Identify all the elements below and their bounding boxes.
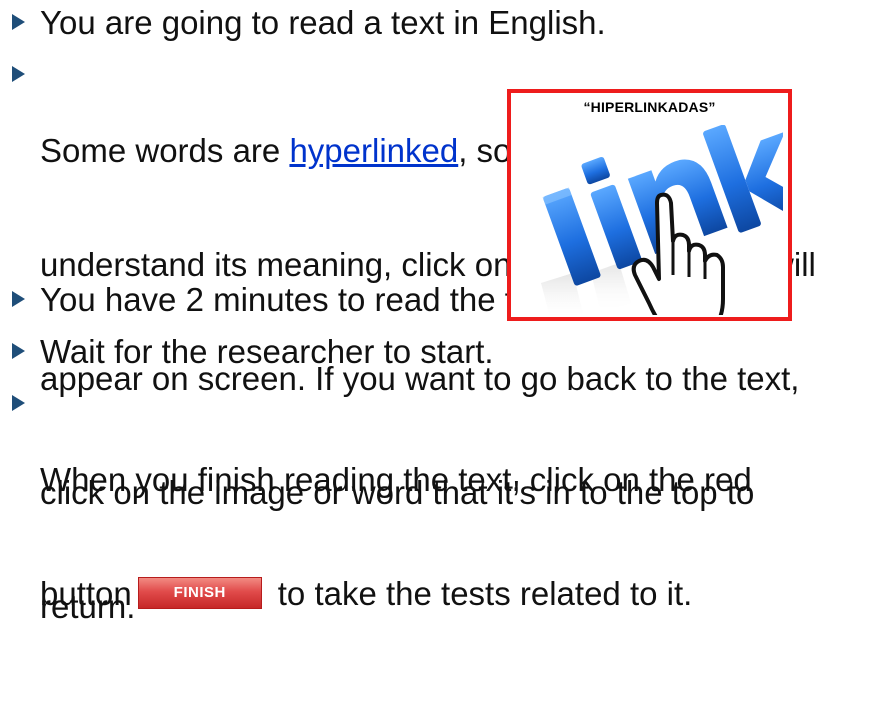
bullet-arrow-icon bbox=[12, 14, 25, 30]
hyperlink-word[interactable]: hyperlinked bbox=[289, 132, 458, 169]
bullet-arrow-icon bbox=[12, 343, 25, 359]
glossary-popup[interactable]: “HIPERLINKADAS” bbox=[507, 89, 792, 321]
popup-title: “HIPERLINKADAS” bbox=[583, 99, 716, 115]
finish-button[interactable]: FINISH bbox=[137, 577, 262, 610]
bullet-line: When you finish reading the text, click … bbox=[40, 461, 752, 498]
text-segment: to take the tests related to it. bbox=[277, 575, 693, 612]
bullet-text: You have 2 minutes to read the text. bbox=[40, 281, 568, 318]
list-item: Wait for the researcher to start. bbox=[12, 333, 882, 371]
text-segment: Some words are bbox=[40, 132, 290, 169]
bullet-arrow-icon bbox=[12, 66, 25, 82]
slide: You are going to read a text in English.… bbox=[0, 0, 889, 625]
bullet-arrow-icon bbox=[12, 291, 25, 307]
bullet-arrow-icon bbox=[12, 395, 25, 411]
bullet-text: When you finish reading the text, click … bbox=[40, 385, 752, 689]
list-item: You are going to read a text in English. bbox=[12, 4, 882, 42]
bullet-text: Wait for the researcher to start. bbox=[40, 333, 494, 370]
text-segment: button bbox=[40, 575, 132, 612]
bullet-line: button FINISH to take the tests related to… bbox=[40, 575, 752, 613]
list-item: When you finish reading the text, click … bbox=[12, 385, 882, 689]
bullet-text: You are going to read a text in English. bbox=[40, 4, 606, 41]
link-hand-cursor-icon[interactable] bbox=[521, 125, 783, 315]
